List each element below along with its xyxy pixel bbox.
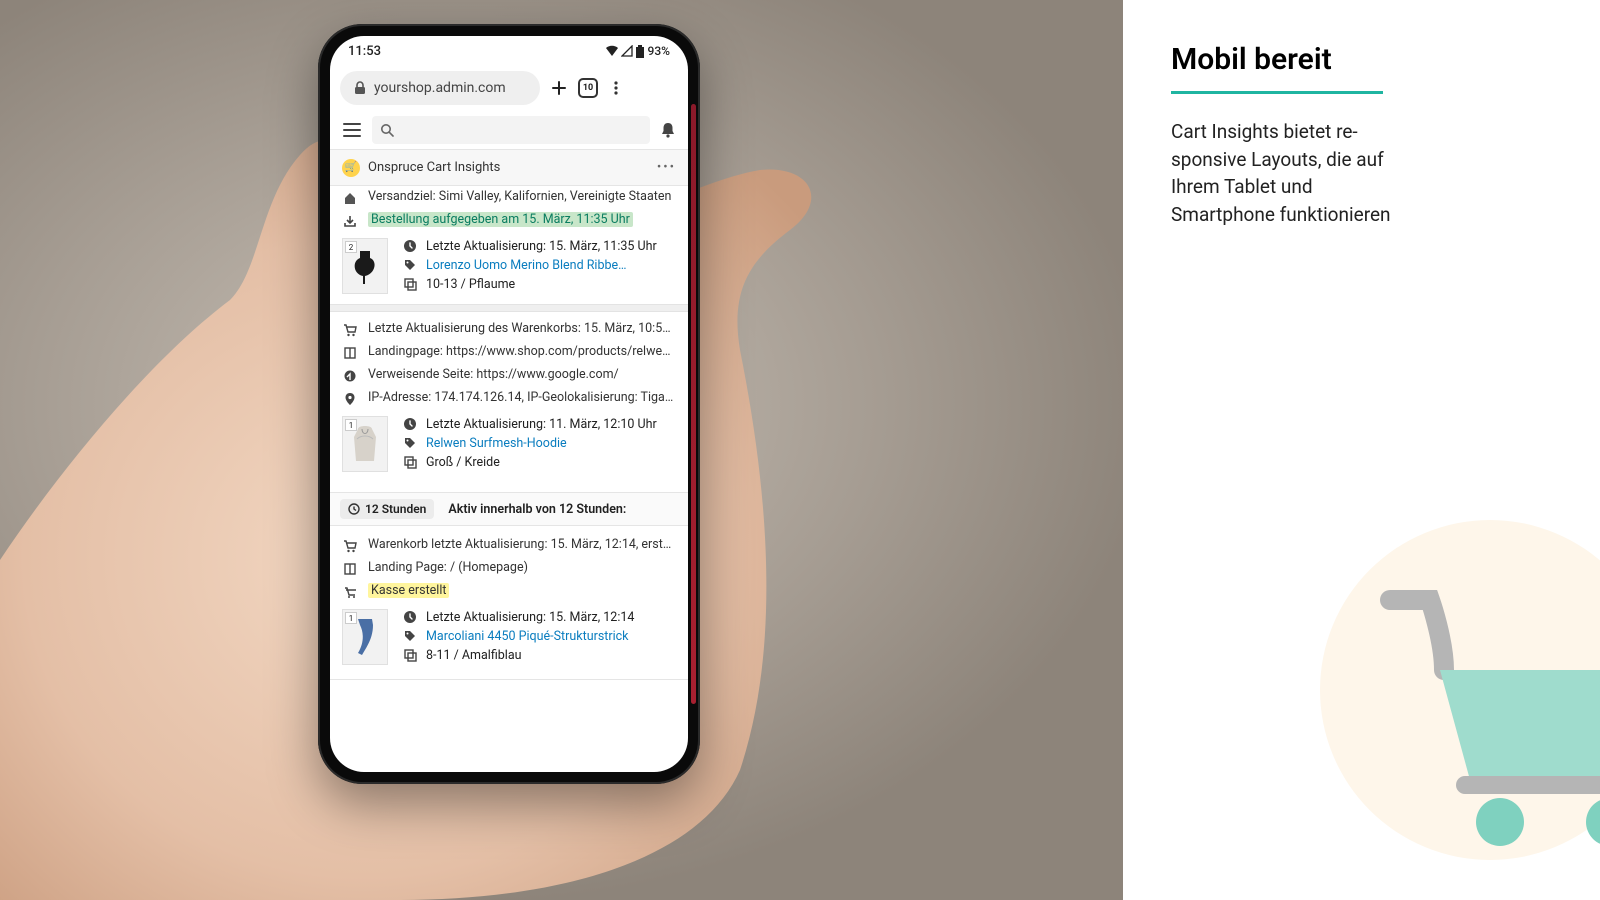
phone-mockup: 11:53 93% yourshop.admin.com 10 [318, 24, 700, 784]
app-logo: 🛒 [342, 159, 360, 177]
time-section-label: Aktiv innerhalb von 12 Stunden: [448, 502, 626, 517]
battery-percent: 93% [648, 44, 670, 58]
search-input[interactable] [372, 116, 650, 144]
phone-screen: 11:53 93% yourshop.admin.com 10 [330, 36, 688, 772]
cart-illustration [1320, 520, 1600, 860]
variant-icon [402, 276, 418, 292]
pin-icon [342, 391, 358, 407]
cart-icon [342, 322, 358, 338]
landing-icon [342, 561, 358, 577]
product-2: 1 Letzte Aktualisierung: 11. März, 12:10… [330, 410, 688, 482]
time-section: 12 Stunden Aktiv innerhalb von 12 Stunde… [330, 492, 688, 526]
side-heading: Mobil bereit [1171, 42, 1552, 77]
heading-underline [1171, 91, 1383, 94]
tag-icon [402, 628, 418, 644]
product-2-thumb[interactable]: 1 [342, 416, 388, 472]
tag-icon [402, 435, 418, 451]
clock-icon [402, 416, 418, 432]
checkout-icon [342, 584, 358, 600]
bell-icon[interactable] [660, 121, 676, 139]
variant-icon [402, 454, 418, 470]
divider [330, 304, 688, 312]
clock-icon [348, 503, 360, 515]
wifi-icon [605, 45, 619, 57]
status-time: 11:53 [348, 44, 381, 59]
referrer-row: Verweisende Seite: https://www.google.co… [330, 364, 688, 387]
side-body: Cart Insights bietet re­sponsive Layouts… [1171, 118, 1401, 228]
marketing-photo: 11:53 93% yourshop.admin.com 10 [0, 0, 1123, 900]
browser-bar: yourshop.admin.com 10 [330, 66, 688, 110]
divider [330, 679, 688, 680]
browser-menu-icon[interactable] [608, 80, 624, 96]
product-3-qty: 1 [345, 612, 357, 624]
time-chip[interactable]: 12 Stunden [340, 499, 434, 519]
download-icon [342, 213, 358, 229]
order-placed-row: Bestellung aufgegeben am 15. März, 11:35… [330, 209, 688, 232]
url-text: yourshop.admin.com [374, 80, 506, 96]
product-1-qty: 2 [345, 241, 357, 253]
hamburger-icon[interactable] [342, 122, 362, 138]
home-icon [342, 190, 358, 206]
landing-row: Landingpage: https://www.shop.com/produc… [330, 341, 688, 364]
clock-icon [402, 609, 418, 625]
cart-update-row: Letzte Aktualisierung des Warenkorbs: 15… [330, 318, 688, 341]
order-placed-text: Bestellung aufgegeben am 15. März, 11:35… [368, 212, 633, 227]
content-scroll[interactable]: Versandziel: Simi Valley, Kalifornien, V… [330, 186, 688, 772]
product-1: 2 Letzte Aktualisierung: 15. März, 11:35… [330, 232, 688, 304]
status-bar: 11:53 93% [330, 36, 688, 66]
tab-counter[interactable]: 10 [578, 78, 598, 98]
product-1-thumb[interactable]: 2 [342, 238, 388, 294]
checkout-text: Kasse erstellt [368, 583, 449, 598]
checkout-row: Kasse erstellt [330, 580, 688, 603]
landing-icon [342, 345, 358, 361]
shipping-row: Versandziel: Simi Valley, Kalifornien, V… [330, 186, 688, 209]
app-topbar [330, 110, 688, 150]
battery-icon [635, 45, 645, 58]
cart-icon-large [1380, 590, 1600, 850]
app-menu-icon[interactable]: ••• [657, 160, 676, 175]
app-header: 🛒 Onspruce Cart Insights ••• [330, 150, 688, 186]
variant-icon [402, 647, 418, 663]
side-panel: Mobil bereit Cart Insights bietet re­spo… [1123, 0, 1600, 900]
product-3-link[interactable]: Marcoliani 4450 Piqué-Strukturstrick [426, 629, 629, 644]
product-2-qty: 1 [345, 419, 357, 431]
cart-icon [342, 538, 358, 554]
product-3: 1 Letzte Aktualisierung: 15. März, 12:14… [330, 603, 688, 675]
ip-row: IP-Adresse: 174.174.126.14, IP-Geolokali… [330, 387, 688, 410]
clock-icon [402, 238, 418, 254]
product-3-thumb[interactable]: 1 [342, 609, 388, 665]
product-2-link[interactable]: Relwen Surfmesh-Hoodie [426, 436, 567, 451]
search-icon [380, 123, 394, 137]
new-tab-icon[interactable] [550, 79, 568, 97]
tag-icon [402, 257, 418, 273]
product-1-link[interactable]: Lorenzo Uomo Merino Blend Ribbe… [426, 258, 627, 273]
referrer-icon [342, 368, 358, 384]
url-bar[interactable]: yourshop.admin.com [340, 71, 540, 105]
signal-icon [621, 45, 633, 57]
cart2-landing-row: Landing Page: / (Homepage) [330, 557, 688, 580]
cart2-update-row: Warenkorb letzte Aktualisierung: 15. Mär… [330, 534, 688, 557]
app-title: Onspruce Cart Insights [368, 160, 500, 175]
phone-edge [691, 104, 696, 704]
lock-icon [354, 81, 366, 95]
status-icons: 93% [605, 44, 670, 58]
